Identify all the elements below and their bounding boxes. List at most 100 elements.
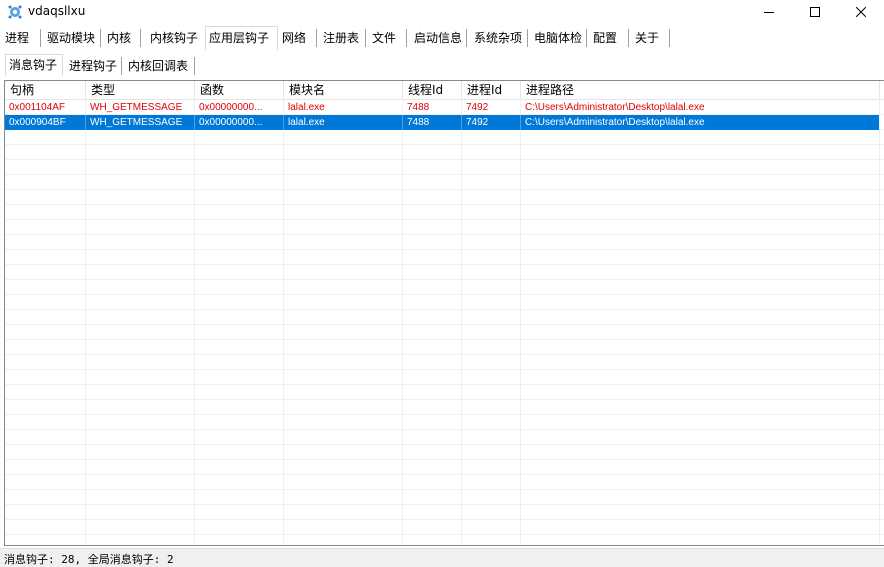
tab-process-hooks[interactable]: 进程钩子	[66, 56, 120, 76]
grid-line-horizontal	[5, 279, 884, 280]
grid-line-vertical	[85, 99, 86, 545]
grid-line-horizontal	[5, 489, 884, 490]
grid-line-horizontal	[5, 369, 884, 370]
column-header-process-id[interactable]: 进程Id	[462, 81, 521, 99]
status-text: 消息钩子: 28, 全局消息钩子: 2	[4, 553, 174, 566]
grid-line-horizontal	[5, 519, 884, 520]
grid-line-vertical	[283, 99, 284, 545]
tab-system-misc[interactable]: 系统杂项	[471, 28, 525, 48]
grid-line-horizontal	[5, 294, 884, 295]
cell-handle: 0x001104AF	[9, 102, 65, 113]
grid-line-horizontal	[5, 189, 884, 190]
tab-separator	[406, 29, 408, 47]
tab-files[interactable]: 文件	[369, 28, 399, 48]
grid-line-horizontal	[5, 459, 884, 460]
close-icon	[856, 7, 866, 17]
cell-type: WH_GETMESSAGE	[86, 115, 195, 130]
grid-line-vertical	[402, 99, 403, 545]
grid-line-horizontal	[5, 474, 884, 475]
grid-line-horizontal	[5, 339, 884, 340]
column-header-process-path[interactable]: 进程路径	[521, 81, 880, 99]
table-row[interactable]: 0x001104AF WH_GETMESSAGE 0x00000000... l…	[5, 100, 879, 115]
tab-process[interactable]: 进程	[2, 28, 32, 48]
tab-separator	[140, 29, 142, 47]
tab-config[interactable]: 配置	[590, 28, 620, 48]
cell-module-name: lalal.exe	[284, 115, 403, 130]
cell-process-id: 7492	[462, 115, 521, 130]
grid-line-horizontal	[5, 354, 884, 355]
grid-line-horizontal	[5, 204, 884, 205]
tab-separator	[527, 29, 529, 47]
grid-line-horizontal	[5, 264, 884, 265]
cell-function: 0x00000000...	[199, 102, 263, 113]
cell-handle: 0x000904BF	[5, 115, 86, 130]
tab-pc-checkup[interactable]: 电脑体检	[531, 28, 585, 48]
cell-module-name: lalal.exe	[288, 102, 325, 113]
tab-kernel-callback-table[interactable]: 内核回调表	[125, 56, 191, 76]
grid-line-horizontal	[5, 384, 884, 385]
minimize-icon	[764, 12, 774, 13]
tab-about[interactable]: 关于	[632, 28, 662, 48]
tab-separator	[669, 29, 671, 47]
grid-line-horizontal	[5, 309, 884, 310]
cell-function: 0x00000000...	[195, 115, 284, 130]
grid-line-horizontal	[5, 399, 884, 400]
tab-separator	[194, 57, 196, 75]
grid-line-vertical	[461, 99, 462, 545]
column-header-handle[interactable]: 句柄	[5, 81, 86, 99]
column-header-thread-id[interactable]: 线程Id	[403, 81, 462, 99]
close-button[interactable]	[838, 0, 884, 24]
tab-app-hooks[interactable]: 应用层钩子	[205, 26, 278, 50]
grid-line-vertical	[520, 99, 521, 545]
window-title: vdaqsllxu	[28, 4, 86, 18]
cell-process-path: C:\Users\Administrator\Desktop\lalal.exe	[525, 102, 705, 113]
tab-separator	[466, 29, 468, 47]
tab-kernel[interactable]: 内核	[104, 28, 134, 48]
cell-process-id: 7492	[466, 102, 489, 113]
cell-thread-id: 7488	[407, 102, 430, 113]
column-header-function[interactable]: 函数	[195, 81, 284, 99]
tab-message-hooks[interactable]: 消息钩子	[5, 54, 63, 76]
tab-driver-modules[interactable]: 驱动模块	[44, 28, 98, 48]
cell-thread-id: 7488	[403, 115, 462, 130]
main-tab-strip: 进程 驱动模块 内核 内核钩子 应用层钩子 网络 注册表 文件 启动信息 系统杂…	[0, 26, 884, 50]
maximize-icon	[810, 7, 820, 17]
tab-separator	[316, 29, 318, 47]
tab-kernel-hooks[interactable]: 内核钩子	[147, 28, 201, 48]
grid-line-horizontal	[5, 249, 884, 250]
title-bar: vdaqsllxu	[0, 0, 884, 24]
grid-line-vertical	[879, 99, 880, 545]
sub-tab-strip: 消息钩子 进程钩子 内核回调表	[0, 54, 884, 76]
grid-line-horizontal	[5, 534, 884, 535]
column-header-type[interactable]: 类型	[86, 81, 195, 99]
grid-line-horizontal	[5, 444, 884, 445]
cell-type: WH_GETMESSAGE	[90, 102, 183, 113]
maximize-button[interactable]	[792, 0, 838, 24]
grid-line-horizontal	[5, 429, 884, 430]
table-header: 句柄 类型 函数 模块名 线程Id 进程Id 进程路径	[5, 81, 884, 100]
tab-registry[interactable]: 注册表	[320, 28, 362, 48]
tab-network[interactable]: 网络	[279, 28, 309, 48]
tab-startup-info[interactable]: 启动信息	[411, 28, 465, 48]
grid-line-horizontal	[5, 219, 884, 220]
tab-separator	[40, 29, 42, 47]
grid-line-horizontal	[5, 414, 884, 415]
grid-line-horizontal	[5, 144, 884, 145]
tab-separator	[100, 29, 102, 47]
grid-line-horizontal	[5, 324, 884, 325]
grid-line-horizontal	[5, 504, 884, 505]
app-icon	[8, 5, 22, 19]
grid-line-horizontal	[5, 174, 884, 175]
tab-separator	[628, 29, 630, 47]
minimize-button[interactable]	[746, 0, 792, 24]
grid-line-horizontal	[5, 234, 884, 235]
tab-separator	[586, 29, 588, 47]
tab-separator	[365, 29, 367, 47]
grid-line-horizontal	[5, 159, 884, 160]
cell-process-path: C:\Users\Administrator\Desktop\lalal.exe	[525, 117, 705, 128]
grid-line-vertical	[194, 99, 195, 545]
table-row-selected[interactable]: 0x000904BF WH_GETMESSAGE 0x00000000... l…	[5, 115, 879, 130]
status-bar: 消息钩子: 28, 全局消息钩子: 2	[0, 548, 884, 567]
hook-list-view[interactable]: 句柄 类型 函数 模块名 线程Id 进程Id 进程路径 0x001104AF W…	[4, 80, 884, 546]
column-header-module-name[interactable]: 模块名	[284, 81, 403, 99]
